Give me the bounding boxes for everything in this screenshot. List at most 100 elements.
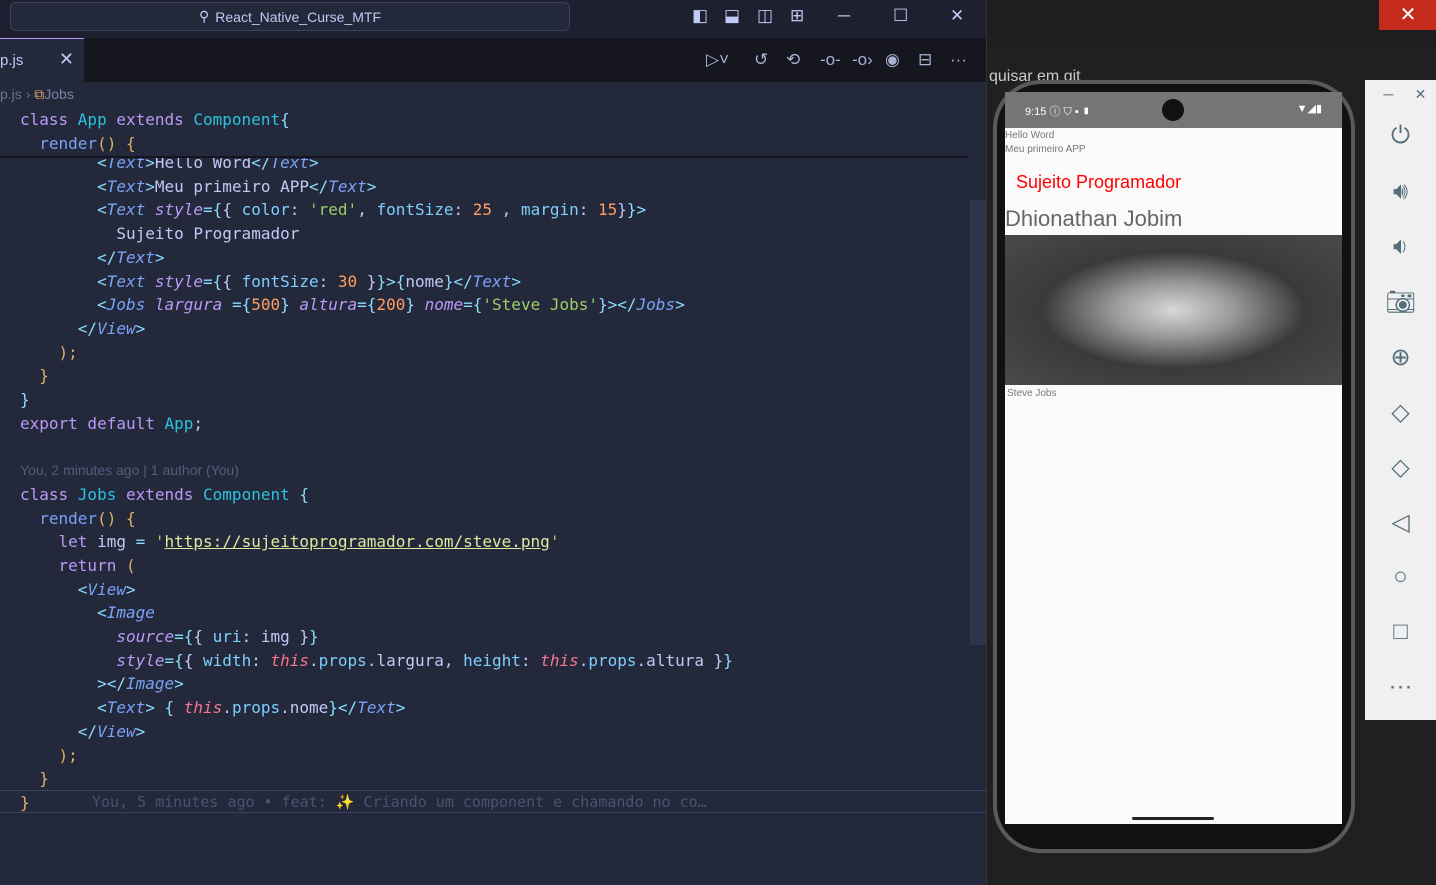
code-token: 'red' bbox=[309, 200, 358, 220]
overview-icon[interactable]: □ bbox=[1365, 618, 1436, 646]
code-token: nome bbox=[405, 271, 444, 291]
code-token: > bbox=[154, 247, 165, 267]
rotate-left-icon[interactable]: ◇ bbox=[1365, 398, 1436, 427]
background-close-button[interactable]: ✕ bbox=[1379, 0, 1436, 30]
sticky-scroll[interactable]: class App extends Component{ render() { bbox=[0, 108, 968, 158]
code-token: ></ bbox=[97, 674, 126, 694]
code-token: .nome bbox=[280, 698, 329, 718]
vscode-window: ⚲ React_Native_Curse_MTF ◧ ⬓ ◫ ⊞ ─ ☐ ✕ p.… bbox=[0, 0, 986, 885]
code-line[interactable]: <Jobs largura ={500} altura={200} nome={… bbox=[20, 293, 685, 317]
code-token: }> bbox=[626, 200, 647, 220]
code-line[interactable]: <Text style={{ color: 'red', fontSize: 2… bbox=[20, 198, 646, 222]
tab-app-js[interactable]: p.js ✕ bbox=[0, 38, 84, 82]
code-line[interactable]: ); bbox=[20, 341, 78, 365]
volume-up-icon[interactable]: 🔊︎ bbox=[1365, 178, 1436, 206]
emulator-screen[interactable]: 9:15 ⓘ ⛉ ▪ ▮ ▼◢▮ Hello Word Meu primeiro … bbox=[1005, 92, 1342, 824]
customize-layout-icon[interactable]: ⊞ bbox=[790, 6, 804, 26]
code-line[interactable]: export default App; bbox=[20, 412, 203, 436]
zoom-icon[interactable]: ⊕ bbox=[1365, 343, 1436, 372]
run-icon[interactable]: ▷˅ bbox=[706, 50, 729, 70]
code-line[interactable]: render() { bbox=[20, 132, 136, 156]
code-line[interactable]: </Text> bbox=[20, 246, 165, 270]
rotate-right-icon[interactable]: ◇ bbox=[1365, 453, 1436, 482]
code-line[interactable]: } bbox=[20, 388, 30, 412]
code-token: 500 bbox=[251, 295, 281, 315]
command-center-search[interactable]: ⚲ React_Native_Curse_MTF bbox=[10, 2, 570, 31]
code-line[interactable]: <Text style={{ fontSize: 30 }}>{nome}</T… bbox=[20, 270, 521, 294]
code-line[interactable]: return ( bbox=[20, 554, 136, 578]
home-icon[interactable]: ○ bbox=[1365, 563, 1436, 591]
next-change-icon[interactable]: -o› bbox=[852, 50, 873, 70]
code-line[interactable]: ); bbox=[20, 744, 78, 768]
code-token: > bbox=[145, 176, 155, 196]
minimize-button[interactable]: ─ bbox=[838, 6, 850, 26]
toggle-panel-icon[interactable]: ⬓ bbox=[724, 6, 740, 26]
code-token: App bbox=[77, 110, 117, 129]
code-token: https://sujeitoprogramador.com/steve.png bbox=[164, 532, 550, 552]
code-token: margin bbox=[520, 200, 579, 220]
code-line[interactable]: </View> bbox=[20, 720, 145, 744]
code-line[interactable]: } bbox=[20, 364, 49, 388]
volume-down-icon[interactable]: 🔉︎ bbox=[1365, 233, 1436, 261]
close-button[interactable]: ✕ bbox=[950, 6, 964, 26]
code-line[interactable]: <Text>Meu primeiro APP</Text> bbox=[20, 175, 376, 199]
code-line[interactable]: Sujeito Programador bbox=[20, 222, 299, 246]
code-line[interactable]: class Jobs extends Component { bbox=[20, 483, 309, 507]
code-token: style bbox=[116, 650, 165, 670]
code-line[interactable]: style={{ width: this.props.largura, heig… bbox=[20, 649, 733, 673]
code-line[interactable]: <View> bbox=[20, 578, 136, 602]
breadcrumb-file[interactable]: p.js bbox=[0, 86, 22, 102]
code-token: : bbox=[578, 200, 599, 220]
code-token: props bbox=[318, 650, 367, 670]
code-token: 15 bbox=[598, 200, 618, 220]
code-token: } bbox=[617, 200, 627, 220]
code-token: () { bbox=[97, 134, 136, 153]
codelens-authors[interactable]: You, 2 minutes ago | 1 author (You) bbox=[20, 462, 239, 478]
toggle-secondary-sidebar-icon[interactable]: ◫ bbox=[757, 6, 773, 26]
code-token: }></ bbox=[598, 295, 637, 315]
code-line[interactable]: ></Image> bbox=[20, 672, 184, 696]
code-line[interactable]: source={{ uri: img }} bbox=[20, 625, 318, 649]
code-token: App bbox=[164, 413, 194, 433]
code-token: </ bbox=[97, 247, 117, 267]
code-token: : bbox=[289, 200, 310, 220]
code-token: Sujeito Programador bbox=[20, 224, 300, 244]
code-token: : img } bbox=[241, 627, 309, 646]
code-token: < bbox=[97, 200, 107, 220]
back-icon[interactable]: ◁ bbox=[1365, 508, 1436, 537]
home-indicator[interactable] bbox=[1132, 817, 1214, 820]
breadcrumb-symbol[interactable]: Jobs bbox=[44, 86, 74, 102]
toggle-primary-sidebar-icon[interactable]: ◧ bbox=[692, 6, 708, 26]
code-line[interactable]: } bbox=[20, 767, 49, 791]
camera-icon[interactable]: 📷︎ bbox=[1365, 288, 1436, 317]
code-token: { bbox=[299, 484, 309, 504]
split-editor-icon[interactable]: ⊟ bbox=[918, 50, 932, 70]
code-token: fontSize bbox=[376, 200, 454, 220]
close-icon[interactable]: ✕ bbox=[1385, 86, 1436, 103]
gitlens-icon[interactable]: ◉ bbox=[885, 50, 900, 70]
code-line[interactable]: <Text> { this.props.nome}</Text> bbox=[20, 696, 405, 720]
code-line[interactable]: render() { bbox=[20, 507, 135, 531]
steve-jobs-image bbox=[1005, 235, 1342, 385]
code-token: ( bbox=[125, 555, 136, 575]
code-line[interactable]: class App extends Component{ bbox=[20, 108, 290, 132]
code-line[interactable]: <Image bbox=[20, 601, 155, 625]
previous-change-icon[interactable]: -o- bbox=[820, 50, 841, 70]
more-actions-icon[interactable]: ··· bbox=[950, 50, 967, 70]
power-icon[interactable]: ⏻ bbox=[1365, 122, 1436, 150]
code-token: nome bbox=[424, 295, 464, 315]
git-compare-icon[interactable]: ⟲ bbox=[786, 50, 800, 70]
maximize-button[interactable]: ☐ bbox=[893, 6, 908, 26]
code-token: > bbox=[174, 674, 184, 694]
code-line[interactable]: let img = 'https://sujeitoprogramador.co… bbox=[20, 530, 560, 554]
close-tab-icon[interactable]: ✕ bbox=[59, 49, 74, 70]
more-icon[interactable]: ··· bbox=[1365, 673, 1436, 701]
code-line[interactable]: </View> bbox=[20, 317, 145, 341]
timeline-icon[interactable]: ↺ bbox=[754, 50, 768, 70]
editor-scrollbar[interactable] bbox=[970, 200, 986, 645]
